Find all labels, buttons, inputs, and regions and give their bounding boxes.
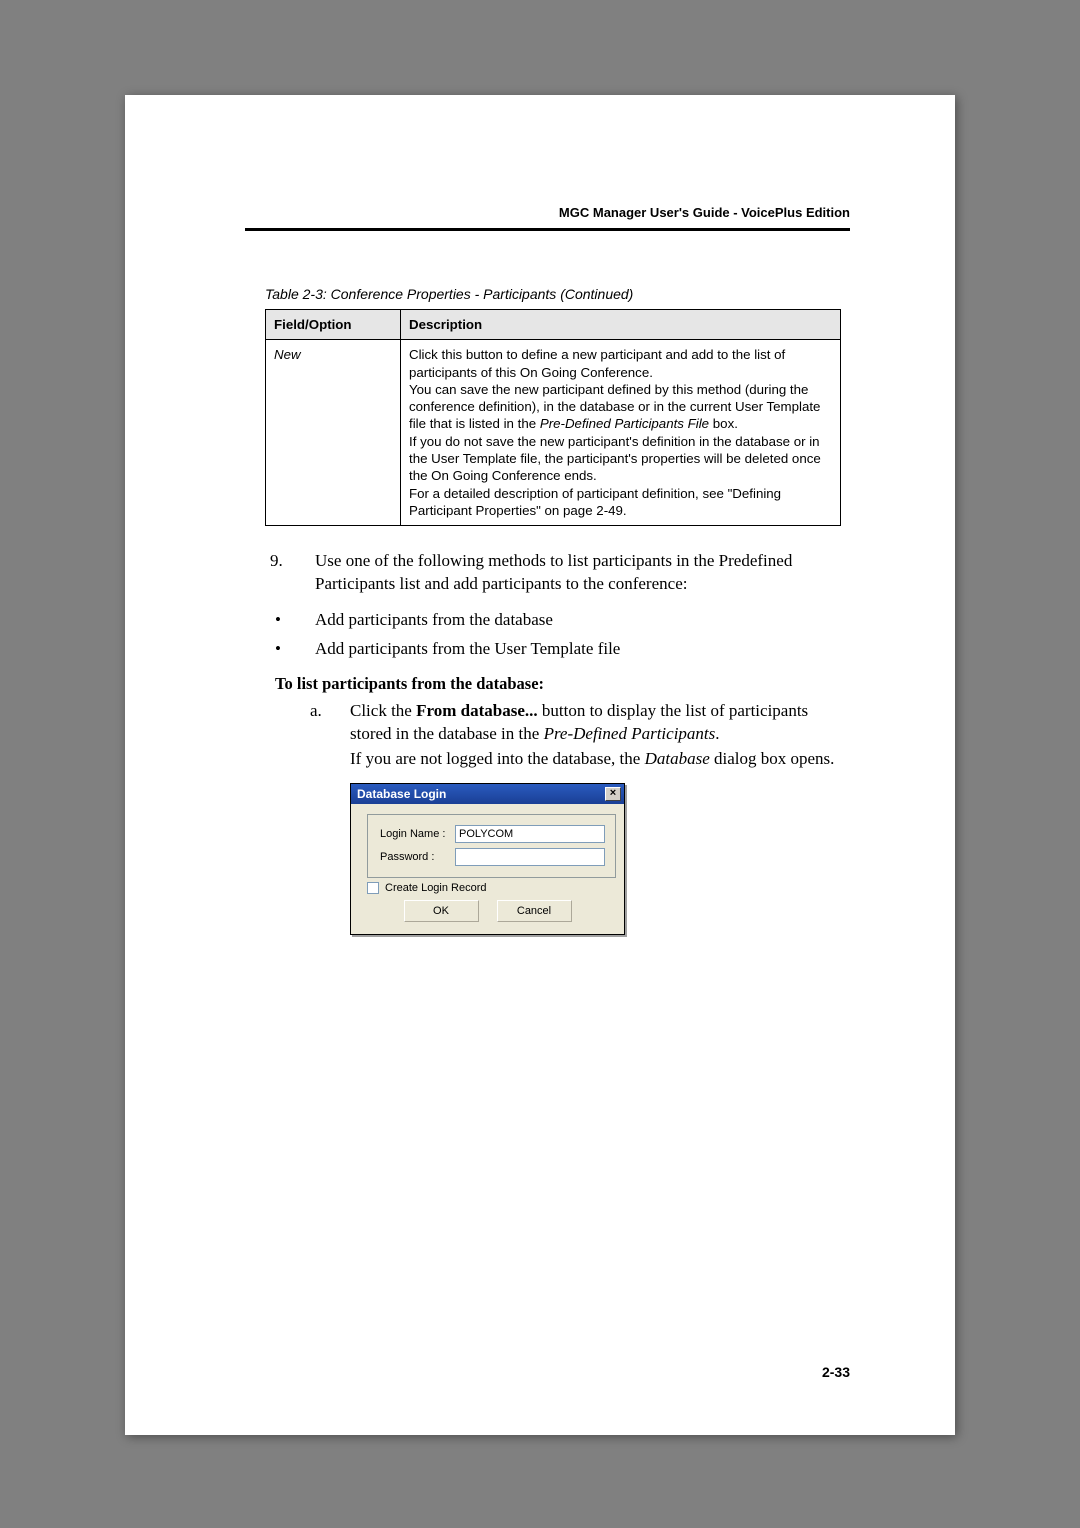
running-header: MGC Manager User's Guide - VoicePlus Edi…	[245, 205, 850, 228]
dialog-title: Database Login	[357, 787, 446, 801]
bullet-list: Add participants from the database Add p…	[245, 606, 850, 664]
bullet-2: Add participants from the User Template …	[245, 635, 850, 664]
desc-p2: You can save the new participant defined…	[409, 381, 832, 433]
sub-heading: To list participants from the database:	[275, 674, 850, 694]
step-a: a. Click the From database... button to …	[245, 700, 850, 771]
desc-p3: If you do not save the new participant's…	[409, 433, 832, 485]
table-header-row: Field/Option Description	[266, 310, 841, 340]
step-a-t3: .	[715, 724, 719, 743]
password-field[interactable]	[455, 848, 605, 866]
step-9: 9. Use one of the following methods to l…	[245, 550, 850, 596]
step-a-l2-t1: If you are not logged into the database,…	[350, 749, 645, 768]
table-row: New Click this button to define a new pa…	[266, 340, 841, 526]
step-a-t1: Click the	[350, 701, 416, 720]
step-a-line1: Click the From database... button to dis…	[350, 701, 808, 743]
step-a-ital: Pre-Defined Participants	[544, 724, 716, 743]
login-name-field[interactable]	[455, 825, 605, 843]
desc-p2-b: box.	[709, 416, 738, 431]
alpha-steps: a. Click the From database... button to …	[245, 700, 850, 771]
close-icon[interactable]: ×	[605, 787, 621, 801]
step-number: 9.	[270, 550, 283, 573]
dialog-body: Login Name : Password : Create Login Rec…	[351, 804, 624, 934]
desc-p4: For a detailed description of participan…	[409, 485, 832, 520]
login-fieldset: Login Name : Password :	[367, 814, 616, 878]
database-login-dialog: Database Login × Login Name : Password :…	[350, 783, 625, 935]
header-rule	[245, 228, 850, 231]
desc-p1: Click this button to define a new partic…	[409, 346, 832, 381]
dialog-titlebar[interactable]: Database Login ×	[351, 784, 624, 804]
create-login-record-row[interactable]: Create Login Record	[367, 882, 608, 894]
bullet-1: Add participants from the database	[245, 606, 850, 635]
login-name-label: Login Name :	[380, 828, 455, 840]
password-label: Password :	[380, 851, 455, 863]
page: MGC Manager User's Guide - VoicePlus Edi…	[125, 95, 955, 1435]
col-field-option: Field/Option	[266, 310, 401, 340]
step-a-l2-t2: dialog box opens.	[710, 749, 835, 768]
cancel-button[interactable]: Cancel	[497, 900, 572, 922]
step-a-bold: From database...	[416, 701, 538, 720]
ok-button[interactable]: OK	[404, 900, 479, 922]
checkbox-icon[interactable]	[367, 882, 379, 894]
table-caption: Table 2-3: Conference Properties - Parti…	[265, 286, 850, 302]
desc-p2-ital: Pre-Defined Participants File	[540, 416, 709, 431]
step-9-text: Use one of the following methods to list…	[315, 551, 792, 593]
dialog-button-row: OK Cancel	[367, 900, 608, 922]
page-number: 2-33	[822, 1364, 850, 1380]
description-cell: Click this button to define a new partic…	[401, 340, 841, 526]
conference-properties-table: Field/Option Description New Click this …	[265, 309, 841, 526]
password-row: Password :	[380, 848, 605, 866]
step-a-l2-ital: Database	[645, 749, 710, 768]
create-login-record-label: Create Login Record	[385, 882, 487, 894]
field-option-cell: New	[266, 340, 401, 526]
login-name-row: Login Name :	[380, 825, 605, 843]
col-description: Description	[401, 310, 841, 340]
step-a-letter: a.	[310, 700, 322, 723]
step-a-line2: If you are not logged into the database,…	[350, 748, 850, 771]
numbered-steps: 9. Use one of the following methods to l…	[245, 550, 850, 596]
